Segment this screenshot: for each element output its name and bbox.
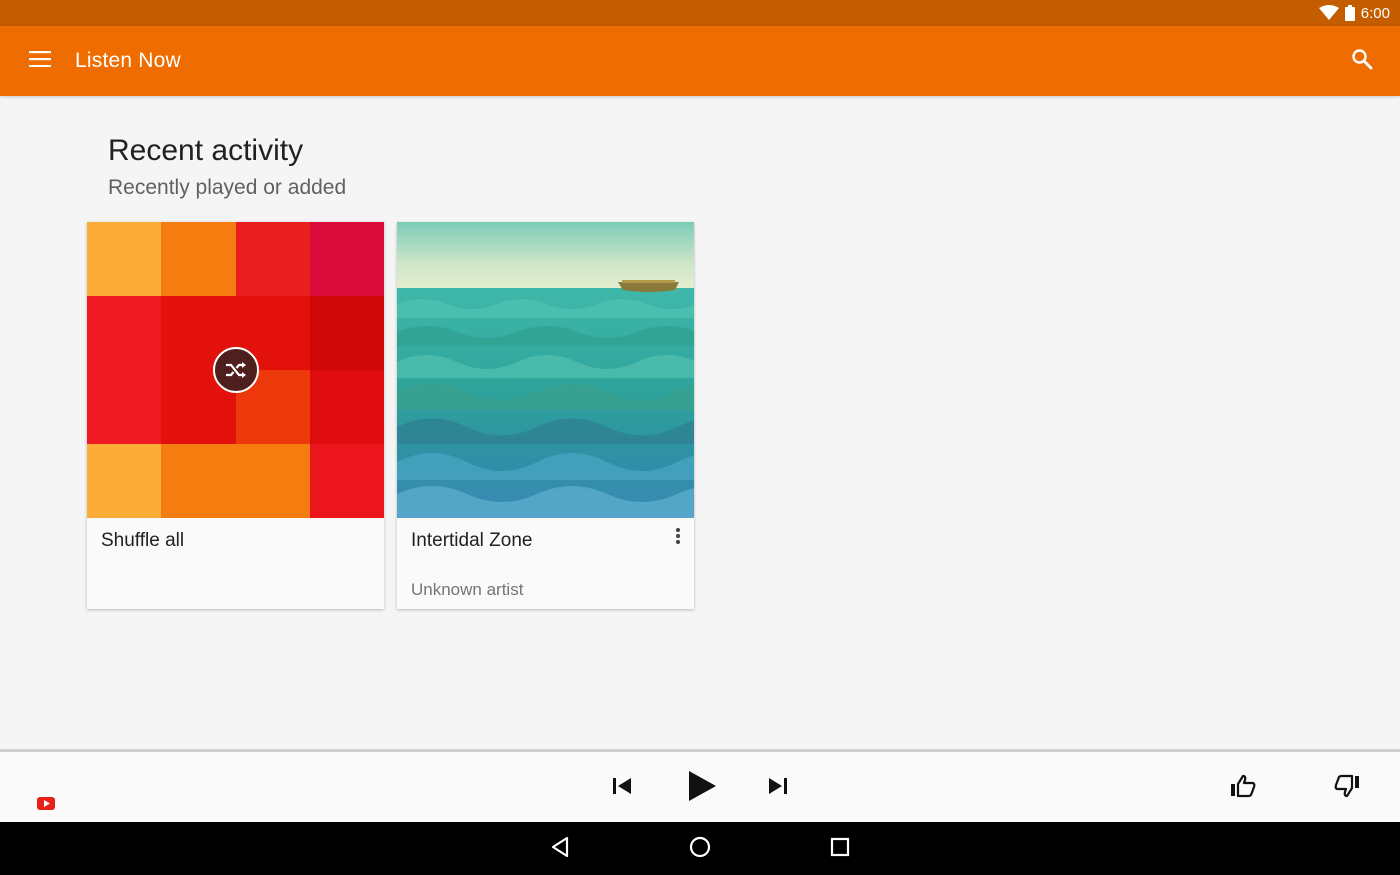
shuffle-icon bbox=[213, 347, 259, 393]
battery-icon bbox=[1344, 5, 1355, 21]
thumbs-down-button[interactable] bbox=[1330, 768, 1364, 808]
play-button[interactable] bbox=[682, 768, 722, 808]
back-icon bbox=[550, 836, 570, 863]
skip-previous-button[interactable] bbox=[606, 768, 638, 808]
app-title: Listen Now bbox=[75, 49, 181, 72]
thumbs-down-icon bbox=[1334, 774, 1360, 803]
wifi-icon bbox=[1318, 5, 1339, 21]
shuffle-all-artwork bbox=[87, 222, 384, 518]
thumbs-up-button[interactable] bbox=[1226, 768, 1260, 808]
back-button[interactable] bbox=[546, 835, 574, 863]
skip-next-icon bbox=[768, 777, 788, 800]
shuffle-all-card[interactable]: Shuffle all bbox=[87, 222, 384, 609]
section-title: Recent activity bbox=[108, 134, 304, 167]
album-card-intertidal-zone[interactable]: Intertidal Zone Unknown artist bbox=[397, 222, 694, 609]
card-subtitle: Unknown artist bbox=[411, 580, 524, 599]
app-bar: Listen Now bbox=[0, 26, 1400, 96]
card-title: Shuffle all bbox=[101, 530, 185, 551]
recents-icon bbox=[830, 837, 850, 862]
home-icon bbox=[689, 836, 711, 863]
album-artwork bbox=[397, 222, 694, 518]
recents-button[interactable] bbox=[826, 835, 854, 863]
system-nav-bar bbox=[0, 822, 1400, 875]
status-time: 6:00 bbox=[1360, 4, 1390, 22]
skip-next-button[interactable] bbox=[762, 768, 794, 808]
more-vert-icon bbox=[675, 527, 681, 550]
search-icon bbox=[1351, 48, 1373, 75]
youtube-icon[interactable] bbox=[37, 797, 55, 810]
section-subtitle: Recently played or added bbox=[108, 176, 347, 199]
skip-previous-icon bbox=[612, 777, 632, 800]
menu-icon bbox=[29, 50, 51, 72]
player-bar bbox=[0, 749, 1400, 822]
card-title: Intertidal Zone bbox=[411, 530, 533, 551]
search-button[interactable] bbox=[1344, 43, 1380, 79]
status-bar: 6:00 bbox=[0, 0, 1400, 26]
more-options-button[interactable] bbox=[666, 524, 690, 552]
home-button[interactable] bbox=[686, 835, 714, 863]
play-icon bbox=[687, 770, 717, 807]
thumbs-up-icon bbox=[1230, 774, 1256, 803]
status-icons: 6:00 bbox=[1318, 3, 1390, 23]
menu-button[interactable] bbox=[22, 43, 58, 79]
